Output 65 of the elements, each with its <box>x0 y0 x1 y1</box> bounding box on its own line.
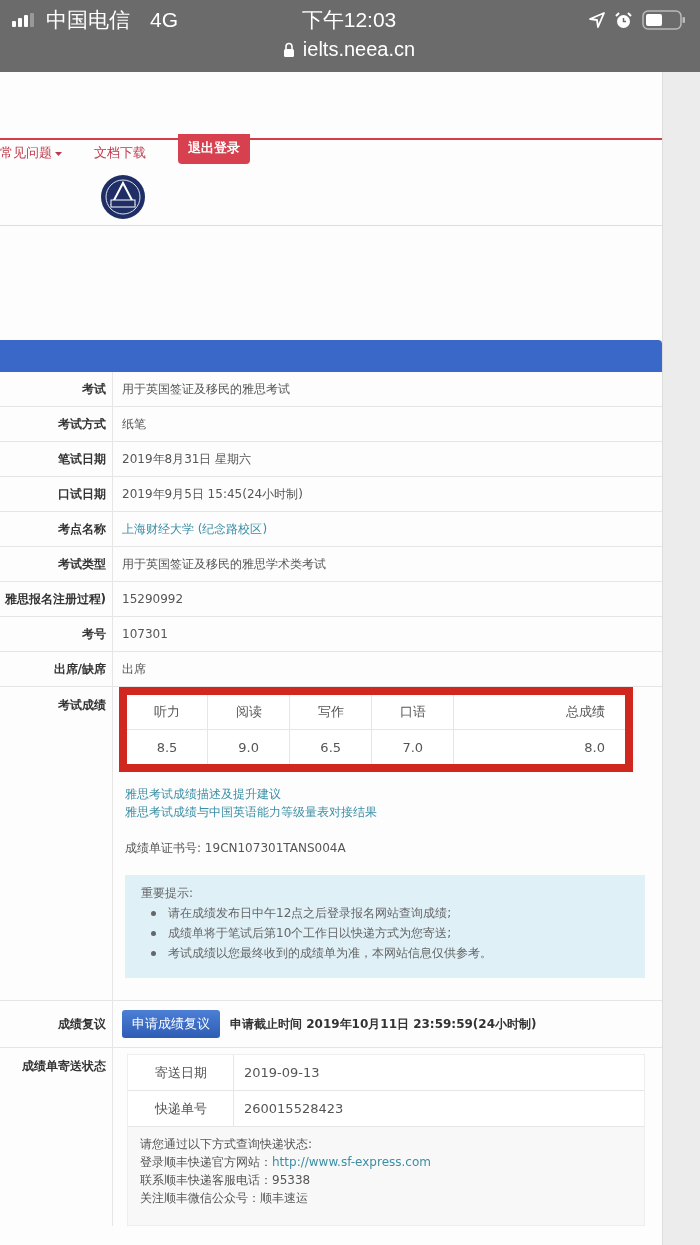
score-header: 口语 <box>371 695 454 730</box>
notice-text: 考试成绩以您最终收到的成绩单为准，本网站信息仅供参考。 <box>168 945 492 962</box>
score-value: 7.0 <box>371 729 454 764</box>
lock-icon <box>282 42 295 57</box>
field-label: 考试成绩 <box>58 697 106 714</box>
delivery-label: 快递单号 <box>154 1099 207 1118</box>
alarm-icon <box>615 11 632 29</box>
field-label: 考点名称 <box>58 520 106 538</box>
bullet-icon <box>151 911 156 916</box>
delivery-value: 260015528423 <box>244 1101 344 1116</box>
certificate-number: 成绩单证书号: 19CN107301TANS004A <box>125 840 346 857</box>
score-header: 阅读 <box>207 695 290 730</box>
emblem-logo <box>100 173 146 220</box>
score-value: 8.5 <box>127 729 208 764</box>
score-header: 总成绩 <box>453 695 625 730</box>
field-value: 用于英国签证及移民的雅思考试 <box>122 380 290 398</box>
delivery-instruction: 登录顺丰快递官方网站： <box>140 1155 272 1169</box>
score-info-link[interactable]: 雅思考试成绩与中国英语能力等级量表对接结果 <box>125 803 377 821</box>
field-label: 成绩复议 <box>58 1015 106 1033</box>
field-value: 2019年8月31日 星期六 <box>122 450 252 468</box>
score-header: 听力 <box>127 695 208 730</box>
network-type: 4G <box>150 8 178 32</box>
bullet-icon <box>151 951 156 956</box>
carrier-name: 中国电信 <box>46 7 130 33</box>
field-label: 雅思报名注册过程) <box>4 590 106 608</box>
clock-time: 下午12:03 <box>301 7 397 33</box>
field-value: 107301 <box>122 627 168 641</box>
field-label: 笔试日期 <box>58 450 106 468</box>
nav-link[interactable]: 文档下载 <box>94 140 160 162</box>
address-url[interactable]: ielts.neea.cn <box>302 38 416 61</box>
delivery-instruction: 关注顺丰微信公众号：顺丰速运 <box>140 1190 309 1207</box>
field-value: 2019年9月5日 15:45(24小时制) <box>122 485 303 503</box>
field-label: 成绩单寄送状态 <box>22 1058 106 1075</box>
score-value: 9.0 <box>207 729 290 764</box>
battery-icon <box>642 10 686 30</box>
notice-title: 重要提示: <box>141 885 195 902</box>
delivery-label: 寄送日期 <box>154 1063 207 1082</box>
field-label: 口试日期 <box>58 485 106 503</box>
field-label: 考试方式 <box>58 415 106 433</box>
score-value: 6.5 <box>289 729 372 764</box>
bullet-icon <box>151 931 156 936</box>
delivery-value: 2019-09-13 <box>244 1065 320 1080</box>
review-button[interactable]: 申请成绩复议 <box>122 1010 220 1038</box>
website-link[interactable]: http://www.sf-express.com <box>272 1155 431 1169</box>
score-header: 写作 <box>289 695 372 730</box>
field-value: 纸笔 <box>122 415 146 433</box>
location-icon <box>589 12 605 28</box>
field-value: 15290992 <box>122 592 184 606</box>
field-value: 出席 <box>122 660 146 678</box>
field-label: 考试类型 <box>58 555 106 573</box>
notice-text: 请在成绩发布日中午12点之后登录报名网站查询成绩; <box>168 905 452 922</box>
field-label: 考试 <box>82 380 106 398</box>
field-label: 出席/缺席 <box>53 660 106 678</box>
logout-button[interactable]: 退出登录 <box>178 134 250 164</box>
notice-text: 成绩单将于笔试后第10个工作日以快递方式为您寄送; <box>168 925 452 942</box>
caret-icon <box>55 152 62 156</box>
venue-link[interactable]: 上海财经大学 (纪念路校区) <box>122 520 268 538</box>
field-value: 用于英国签证及移民的雅思学术类考试 <box>122 555 326 573</box>
field-label: 考号 <box>82 625 106 643</box>
delivery-instruction: 请您通过以下方式查询快递状态: <box>140 1136 314 1153</box>
nav-dropdown[interactable]: 常见问题 <box>0 140 76 162</box>
delivery-instruction: 联系顺丰快递客服电话：95338 <box>140 1172 312 1189</box>
score-info-link[interactable]: 雅思考试成绩描述及提升建议 <box>125 785 377 803</box>
review-deadline: 申请截止时间 2019年10月11日 23:59:59(24小时制) <box>230 1015 537 1033</box>
score-value: 8.0 <box>453 729 625 764</box>
